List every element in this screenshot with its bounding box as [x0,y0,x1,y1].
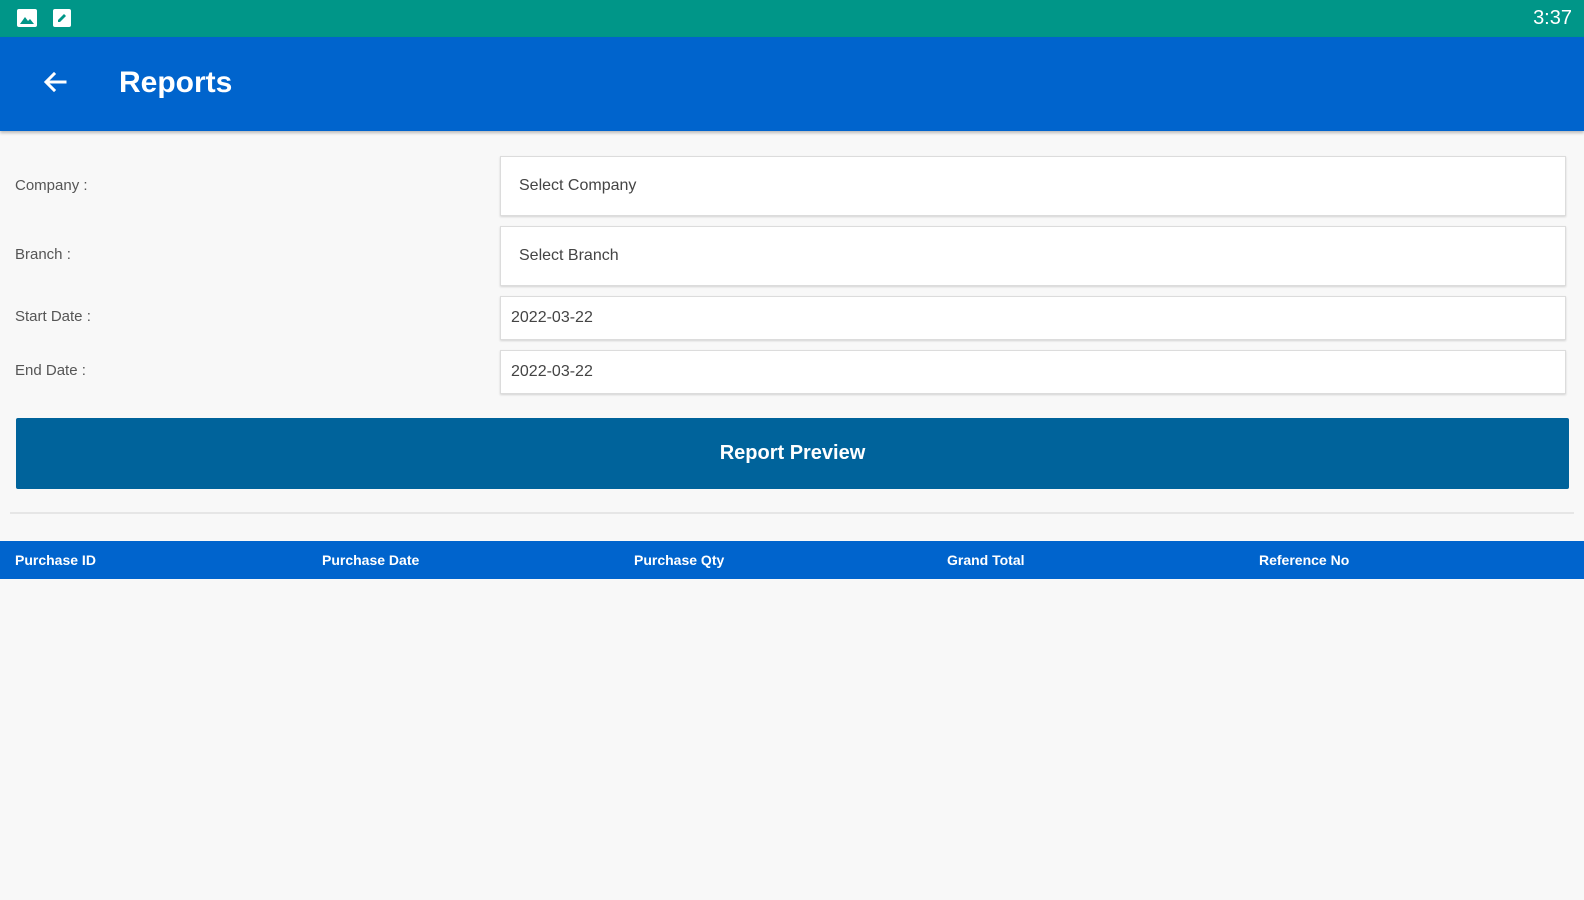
company-select[interactable]: Select Company [500,156,1566,216]
report-preview-label: Report Preview [719,442,866,464]
column-header-reference-no: Reference No [1259,552,1350,568]
column-header-purchase-date: Purchase Date [322,552,420,568]
column-header-purchase-qty: Purchase Qty [634,552,725,568]
branch-select[interactable]: Select Branch [500,226,1566,286]
branch-label: Branch : [15,246,71,263]
column-header-grand-total: Grand Total [947,552,1025,568]
arrow-left-icon [41,68,69,101]
end-date-label: End Date : [15,362,86,379]
end-date-value: 2022-03-22 [511,363,593,380]
start-date-field[interactable]: 2022-03-22 [500,296,1566,340]
table-header: Purchase ID Purchase Date Purchase Qty G… [0,541,1584,579]
image-icon [17,9,37,27]
edit-icon [53,9,73,27]
company-label: Company : [15,177,88,194]
status-bar: 3:37 [0,0,1584,37]
table-body [0,579,1584,900]
company-select-value: Select Company [519,177,637,194]
end-date-field[interactable]: 2022-03-22 [500,350,1566,394]
page-title: Reports [119,66,233,99]
report-preview-button[interactable]: Report Preview [16,418,1569,489]
status-time: 3:37 [1533,7,1572,29]
divider [10,512,1574,514]
start-date-label: Start Date : [15,308,91,325]
branch-select-value: Select Branch [519,247,619,264]
back-button[interactable] [30,59,80,109]
app-bar: Reports [0,37,1584,131]
column-header-purchase-id: Purchase ID [15,552,96,568]
start-date-value: 2022-03-22 [511,309,593,326]
